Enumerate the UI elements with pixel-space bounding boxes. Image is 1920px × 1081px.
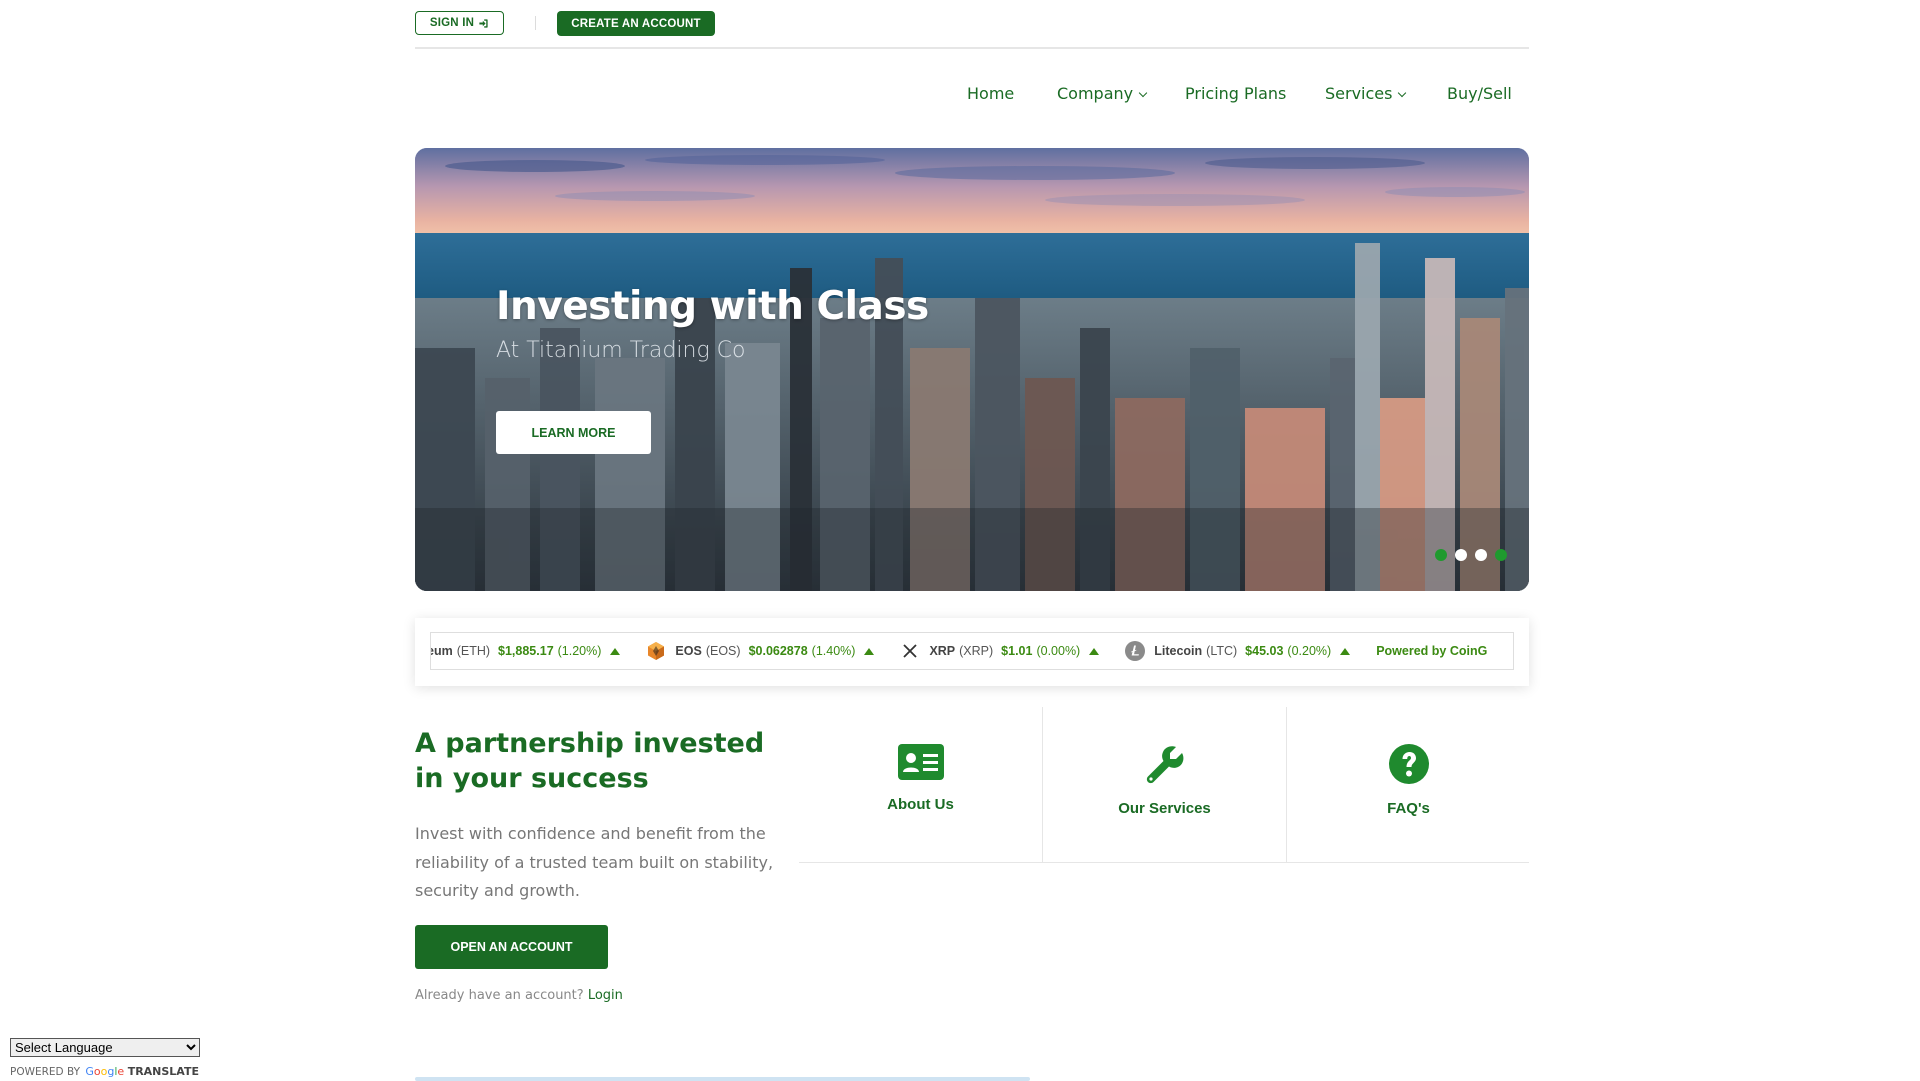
learn-more-button[interactable]: LEARN MORE: [496, 411, 651, 454]
up-arrow-icon: [1089, 647, 1100, 655]
coin-symbol: (XRP): [959, 644, 994, 658]
language-select[interactable]: Select Language: [10, 1038, 200, 1057]
coin-name: Litecoin: [1154, 644, 1203, 658]
hero-title: Investing with Class: [496, 284, 929, 329]
ticker-row: eum (ETH) $1,885.17 (1.20%) EOS (EOS) $0…: [431, 633, 1513, 669]
login-link[interactable]: Login: [588, 988, 623, 1003]
nav-pricing-plans[interactable]: Pricing Plans: [1185, 84, 1286, 103]
hero-city-image: [415, 148, 1529, 591]
nav-services[interactable]: Services: [1325, 84, 1407, 103]
google-translate-attribution: POWERED BY Google TRANSLATE: [10, 1065, 199, 1078]
up-arrow-icon: [1340, 647, 1351, 655]
ticker-item-eth[interactable]: eum (ETH) $1,885.17 (1.20%): [431, 644, 621, 658]
powered-by-prefix: Powered by: [1376, 644, 1450, 658]
up-arrow-icon: [864, 647, 875, 655]
slider-dot[interactable]: [1455, 549, 1467, 561]
hero-slider: Investing with Class At Titanium Trading…: [415, 148, 1529, 591]
ticker-item-xrp[interactable]: XRP (XRP) $1.01 (0.00%): [900, 641, 1100, 661]
chevron-down-icon: [1138, 88, 1148, 98]
google-letter: o: [93, 1065, 101, 1078]
sign-in-button[interactable]: SIGN IN: [415, 11, 504, 35]
next-section-edge: [415, 1077, 1030, 1081]
top-bar: SIGN IN CREATE AN ACCOUNT: [415, 0, 1529, 49]
coin-symbol: (LTC): [1206, 644, 1238, 658]
partnership-title: A partnership invested in your success: [415, 728, 765, 794]
slider-dot[interactable]: [1495, 549, 1507, 561]
coin-price: $1.01: [1001, 644, 1033, 658]
id-card-icon: [897, 744, 944, 780]
coin-change: (1.40%): [811, 644, 856, 658]
coin-change: (0.00%): [1036, 644, 1081, 658]
powered-by-text: POWERED BY: [10, 1066, 81, 1078]
ticker-item-ltc[interactable]: Litecoin (LTC) $45.03 (0.20%): [1125, 641, 1351, 661]
nav-company-label: Company: [1057, 84, 1134, 103]
hero-subtitle: At Titanium Trading Co: [496, 338, 746, 363]
google-logo[interactable]: Google: [85, 1065, 127, 1078]
open-account-button[interactable]: OPEN AN ACCOUNT: [415, 925, 608, 969]
partnership-text: Invest with confidence and benefit from …: [415, 824, 774, 900]
coin-name: XRP: [929, 644, 956, 658]
powered-by-brand: CoinG: [1449, 644, 1488, 658]
main-nav: Home Company Pricing Plans Services Buy/…: [415, 80, 1529, 110]
coin-name: EOS: [675, 644, 702, 658]
feature-faqs[interactable]: FAQ's: [1286, 707, 1530, 862]
feature-label: Our Services: [1118, 800, 1211, 817]
xrp-icon: [900, 641, 920, 661]
coin-change: (0.20%): [1287, 644, 1332, 658]
coin-change: (1.20%): [557, 644, 602, 658]
question-circle-icon: [1388, 744, 1429, 784]
up-arrow-icon: [610, 647, 621, 655]
crypto-ticker: eum (ETH) $1,885.17 (1.20%) EOS (EOS) $0…: [430, 632, 1514, 670]
create-account-button[interactable]: CREATE AN ACCOUNT: [557, 11, 715, 36]
litecoin-icon: [1125, 641, 1146, 661]
nav-home-label: Home: [967, 84, 1015, 103]
chevron-down-icon: [1398, 88, 1407, 98]
wrench-icon: [1146, 746, 1183, 784]
ticker-item-eos[interactable]: EOS (EOS) $0.062878 (1.40%): [646, 641, 875, 661]
coin-price: $1,885.17: [498, 644, 554, 658]
coin-price: $0.062878: [748, 644, 808, 658]
already-text: Already have an account?: [415, 988, 584, 1003]
nav-buy-sell[interactable]: Buy/Sell: [1447, 84, 1512, 103]
nav-company[interactable]: Company: [1057, 84, 1148, 103]
feature-about-us[interactable]: About Us: [799, 707, 1042, 862]
google-letter: G: [85, 1065, 94, 1078]
nav-home[interactable]: Home: [967, 84, 1014, 103]
already-have-account: Already have an account? Login: [415, 988, 623, 1003]
google-letter: e: [117, 1065, 125, 1078]
feature-label: FAQ's: [1387, 800, 1430, 817]
slider-dot[interactable]: [1475, 549, 1487, 561]
eos-icon: [646, 641, 666, 661]
feature-our-services[interactable]: Our Services: [1042, 707, 1286, 862]
slider-dot[interactable]: [1435, 549, 1447, 561]
sign-in-icon: [479, 18, 488, 28]
sign-in-label: SIGN IN: [429, 17, 475, 29]
coin-name: eum: [431, 644, 453, 658]
nav-pricing-label: Pricing Plans: [1185, 84, 1287, 103]
crypto-ticker-card: eum (ETH) $1,885.17 (1.20%) EOS (EOS) $0…: [415, 618, 1529, 686]
coin-symbol: (EOS): [705, 644, 741, 658]
translate-word: TRANSLATE: [127, 1065, 199, 1078]
topbar-divider: [535, 16, 536, 30]
coin-symbol: (ETH): [456, 644, 491, 658]
feature-boxes: About Us Our Services FAQ's: [799, 707, 1529, 863]
nav-buy-sell-label: Buy/Sell: [1447, 84, 1512, 103]
coin-price: $45.03: [1245, 644, 1284, 658]
nav-services-label: Services: [1325, 84, 1393, 103]
slider-dots: [1435, 549, 1507, 561]
feature-label: About Us: [887, 796, 954, 813]
ticker-powered-by[interactable]: Powered by CoinG: [1376, 644, 1487, 658]
